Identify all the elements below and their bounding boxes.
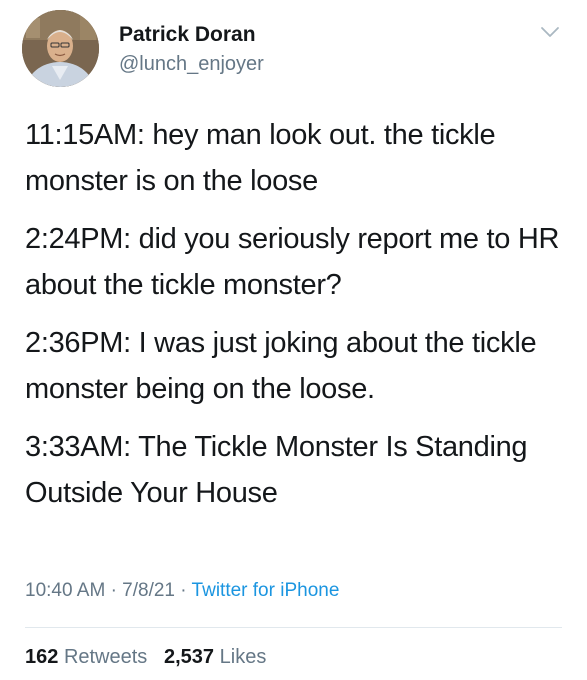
avatar[interactable] [22, 10, 99, 87]
tweet-line: 11:15AM: hey man look out. the tickle mo… [25, 119, 496, 197]
tweet-line: 3:33AM: The Tickle Monster Is Standing O… [25, 431, 528, 509]
meta-separator: · [110, 580, 117, 601]
chevron-down-icon[interactable] [539, 24, 561, 40]
tweet-line: 2:36PM: I was just joking about the tick… [25, 327, 537, 405]
avatar-image [22, 10, 99, 87]
tweet-source-link[interactable]: Twitter for iPhone [192, 580, 340, 601]
tweet-stats: 162 Retweets 2,537 Likes [25, 645, 266, 669]
meta-separator: · [180, 580, 187, 601]
user-display-name[interactable]: Patrick Doran [119, 22, 256, 48]
tweet-text: 11:15AM: hey man look out. the tickle mo… [25, 112, 570, 528]
tweet-card: Patrick Doran @lunch_enjoyer 11:15AM: he… [0, 0, 587, 680]
tweet-line: 2:24PM: did you seriously report me to H… [25, 223, 560, 301]
retweets-count: 162 [25, 646, 59, 668]
user-handle[interactable]: @lunch_enjoyer [119, 52, 264, 76]
likes-label: Likes [219, 646, 267, 668]
likes-stat[interactable]: 2,537 Likes [164, 646, 266, 668]
tweet-time[interactable]: 10:40 AM [25, 580, 105, 601]
tweet-metadata: 10:40 AM · 7/8/21 · Twitter for iPhone [25, 579, 339, 603]
tweet-date[interactable]: 7/8/21 [122, 580, 175, 601]
divider [25, 627, 562, 628]
likes-count: 2,537 [164, 646, 215, 668]
retweets-stat[interactable]: 162 Retweets [25, 646, 153, 668]
retweets-label: Retweets [63, 646, 148, 668]
